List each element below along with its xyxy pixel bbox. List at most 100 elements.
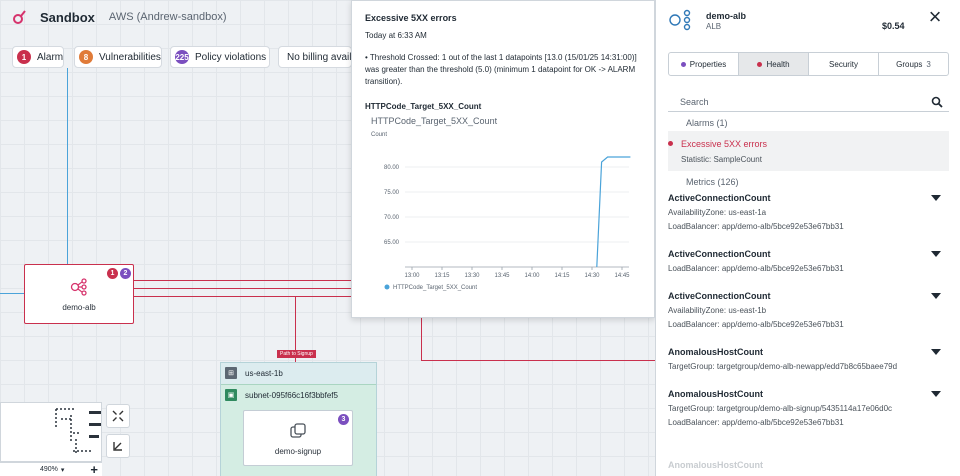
tab-label: Groups — [896, 59, 923, 69]
tab-security[interactable]: Security — [809, 53, 879, 75]
legend-swatch — [384, 284, 390, 290]
metric-item[interactable]: AnomalousHostCount TargetGroup: targetgr… — [668, 386, 949, 430]
y-tick-label: 70.00 — [384, 215, 400, 221]
vulnerabilities-filter-chip[interactable]: 8 Vulnerabilities — [74, 46, 162, 68]
metric-item[interactable]: AnomalousHostCount TargetGroup: targetgr… — [668, 344, 949, 374]
resource-type: ALB — [706, 22, 722, 31]
x-tick-label: 13:15 — [434, 273, 450, 279]
connection-line — [0, 293, 24, 294]
exit-arrow-icon — [113, 442, 122, 451]
search-input[interactable]: Search — [668, 92, 949, 112]
metric-dimension: LoadBalancer: app/demo-alb/5bce92e53e67b… — [668, 320, 844, 329]
tab-groups[interactable]: Groups 3 — [879, 53, 948, 75]
expand-caret-icon[interactable] — [931, 251, 941, 257]
subnet-container[interactable]: ▣ subnet-095f66c16f3bbfef5 demo-signup 3 — [221, 384, 376, 476]
search-icon[interactable] — [931, 96, 943, 108]
close-icon[interactable]: × — [925, 6, 945, 28]
node-label: demo-signup — [274, 446, 322, 456]
policy-badge[interactable]: 3 — [338, 414, 349, 425]
properties-status-dot — [680, 61, 686, 67]
subnet-lock-icon: ▣ — [225, 389, 237, 401]
tab-label: Security — [829, 59, 858, 69]
x-tick-label: 14:30 — [584, 273, 600, 279]
chevron-down-icon[interactable]: ▾ — [61, 466, 65, 474]
path-label[interactable]: Path to Signup — [277, 350, 316, 358]
metric-name: ActiveConnectionCount — [668, 291, 771, 301]
metric-list: ActiveConnectionCount AvailabilityZone: … — [668, 190, 949, 442]
chip-label: Alarm — [37, 51, 64, 63]
alarm-count-badge: 1 — [17, 50, 31, 64]
metric-dimension: AvailabilityZone: us-east-1a — [668, 208, 767, 217]
subnet-header: ▣ subnet-095f66c16f3bbfef5 — [221, 385, 376, 405]
expand-caret-icon[interactable] — [931, 195, 941, 201]
health-status-dot — [757, 61, 763, 67]
zone-header: ⊞ us-east-1b — [221, 363, 376, 383]
series-line — [596, 156, 631, 268]
chart-title: HTTPCode_Target_5XX_Count — [371, 116, 498, 126]
target-group-icon — [290, 422, 306, 438]
expand-caret-icon[interactable] — [931, 293, 941, 299]
connection-line — [134, 280, 351, 281]
tab-health[interactable]: Health — [739, 53, 809, 75]
resource-cost: $0.54 — [882, 21, 905, 31]
alarm-list-item[interactable]: Excessive 5XX errors Statistic: SampleCo… — [668, 131, 949, 171]
alarm-statistic: Statistic: SampleCount — [681, 155, 762, 164]
metric-dimension: AvailabilityZone: us-east-1b — [668, 306, 767, 315]
metric-dimension: TargetGroup: targetgroup/demo-alb-signup… — [668, 404, 893, 413]
alarm-badge[interactable]: 1 — [107, 268, 118, 279]
alarm-popover: Excessive 5XX errors Today at 6:33 AM • … — [351, 0, 655, 318]
load-balancer-icon — [70, 277, 87, 296]
app-title: Sandbox — [40, 9, 95, 25]
tab-label: Health — [766, 59, 790, 69]
metric-title: HTTPCode_Target_5XX_Count — [365, 102, 482, 111]
alarms-header[interactable]: Alarms (1) — [686, 118, 728, 128]
metric-chart: HTTPCode_Target_5XX_Count Count 80.00 75.… — [371, 116, 631, 291]
metric-dimension: TargetGroup: targetgroup/demo-alb-newapp… — [668, 362, 898, 371]
app-logo-icon[interactable] — [12, 9, 28, 25]
connection-line — [67, 68, 68, 264]
export-view-button[interactable] — [106, 434, 130, 458]
metric-item[interactable]: ActiveConnectionCount AvailabilityZone: … — [668, 288, 949, 332]
legend-label[interactable]: HTTPCode_Target_5XX_Count — [393, 285, 477, 291]
policy-violations-filter-chip[interactable]: 225 Policy violations — [170, 46, 270, 68]
x-tick-label: 14:00 — [524, 273, 540, 279]
x-tick-label: 14:45 — [614, 273, 630, 279]
minimap-view[interactable] — [0, 402, 102, 462]
expand-caret-icon[interactable] — [931, 349, 941, 355]
connection-line — [421, 318, 422, 360]
alarm-name: Excessive 5XX errors — [681, 139, 768, 149]
x-tick-label: 13:00 — [404, 273, 420, 279]
panel-tabs: Properties Health Security Groups 3 — [668, 52, 949, 76]
connection-line — [134, 296, 351, 297]
metric-name: ActiveConnectionCount — [668, 249, 771, 259]
alarm-status-dot — [668, 141, 673, 146]
metric-item[interactable]: ActiveConnectionCount AvailabilityZone: … — [668, 190, 949, 234]
tab-properties[interactable]: Properties — [669, 53, 739, 75]
resource-details-panel: demo-alb ALB $0.54 × Properties Health S… — [655, 0, 960, 476]
chip-label: Vulnerabilities — [99, 51, 161, 63]
zoom-in-button[interactable]: + — [90, 462, 98, 476]
metric-dimension: LoadBalancer: app/demo-alb/5bce92e53e67b… — [668, 264, 844, 273]
metric-dimension: LoadBalancer: app/demo-alb/5bce92e53e67b… — [668, 418, 844, 427]
chip-label: Policy violations — [195, 51, 267, 63]
load-balancer-icon — [669, 9, 691, 31]
node-demo-signup[interactable]: demo-signup 3 — [243, 410, 353, 466]
groups-count: 3 — [926, 59, 931, 69]
metric-name-partial[interactable]: AnomalousHostCount — [668, 460, 949, 470]
policy-badge[interactable]: 2 — [120, 268, 131, 279]
expand-caret-icon[interactable] — [931, 391, 941, 397]
y-tick-label: 75.00 — [384, 190, 400, 196]
metric-item[interactable]: ActiveConnectionCount LoadBalancer: app/… — [668, 246, 949, 276]
subnet-label: subnet-095f66c16f3bbfef5 — [245, 390, 338, 400]
zoom-level-select[interactable]: 490% — [40, 466, 58, 473]
alarm-description: • Threshold Crossed: 1 out of the last 1… — [365, 53, 637, 86]
metric-name: AnomalousHostCount — [668, 347, 763, 357]
node-demo-alb[interactable]: demo-alb 1 2 — [24, 264, 134, 324]
metrics-header[interactable]: Metrics (126) — [686, 177, 739, 187]
minimap-graphic — [55, 408, 101, 453]
alarm-filter-chip[interactable]: 1 Alarm — [12, 46, 64, 68]
availability-zone-container[interactable]: ⊞ us-east-1b ▣ subnet-095f66c16f3bbfef5 … — [220, 362, 377, 476]
billing-filter-chip[interactable]: No billing availab — [278, 46, 352, 68]
fit-view-button[interactable] — [106, 404, 130, 428]
node-label: demo-alb — [62, 302, 96, 312]
